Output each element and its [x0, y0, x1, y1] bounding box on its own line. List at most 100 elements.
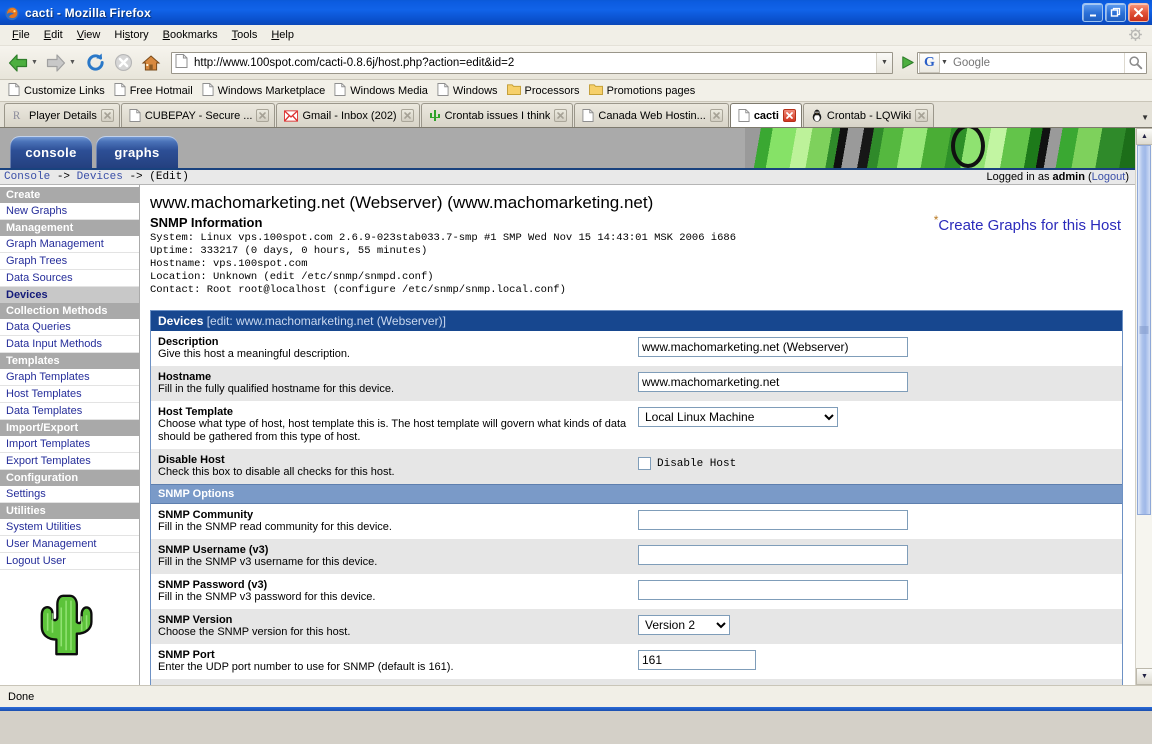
browser-tab[interactable]: Canada Web Hostin... — [574, 103, 729, 127]
bookmark-item[interactable]: Free Hotmail — [112, 82, 200, 99]
browser-tab-label: cacti — [753, 109, 779, 122]
tab-close-icon[interactable] — [782, 109, 796, 122]
tab-graphs[interactable]: graphs — [96, 136, 178, 168]
stop-button[interactable] — [110, 50, 136, 76]
tab-close-icon[interactable] — [915, 109, 929, 122]
tab-console[interactable]: console — [10, 136, 92, 168]
close-button[interactable] — [1128, 3, 1149, 22]
sidebar-item-settings[interactable]: Settings — [0, 486, 139, 503]
form-field-description: Fill in the SNMP v3 username for this de… — [158, 556, 378, 568]
snmp-community-input[interactable] — [638, 510, 908, 530]
form-label-cell: SNMP Version Choose the SNMP version for … — [158, 614, 638, 639]
logout-link[interactable]: Logout — [1092, 171, 1126, 183]
home-button[interactable] — [138, 50, 164, 76]
form-control-cell — [638, 684, 1115, 685]
settings-gear-icon[interactable] — [1128, 27, 1144, 43]
go-button[interactable] — [897, 52, 917, 74]
menu-bookmarks[interactable]: Bookmarks — [156, 27, 225, 43]
menu-edit[interactable]: Edit — [37, 27, 70, 43]
sidebar-item-data-queries[interactable]: Data Queries — [0, 319, 139, 336]
menu-help[interactable]: Help — [264, 27, 301, 43]
window-controls — [1082, 3, 1149, 22]
sidebar-item-devices[interactable]: Devices — [0, 287, 139, 303]
bookmark-item[interactable]: Windows Marketplace — [200, 82, 333, 99]
scrollbar-thumb[interactable] — [1137, 145, 1151, 515]
browser-tab[interactable]: Crontab - LQWiki — [802, 103, 935, 127]
menu-file[interactable]: File — [5, 27, 37, 43]
bookmark-item[interactable]: Windows Media — [332, 82, 435, 99]
breadcrumb-sep-1: -> — [50, 171, 77, 183]
page-scrollbar[interactable]: ▲ ▼ — [1135, 128, 1152, 685]
maximize-button[interactable] — [1105, 3, 1126, 22]
tab-close-icon[interactable] — [554, 109, 568, 122]
tab-close-icon[interactable] — [100, 109, 114, 122]
snmp-password-v3-input[interactable] — [638, 580, 908, 600]
url-input[interactable] — [192, 55, 876, 70]
form-row: SNMP Username (v3) Fill in the SNMP v3 us… — [151, 539, 1122, 574]
forward-history-caret-icon[interactable]: ▼ — [68, 53, 77, 73]
search-icon[interactable] — [1124, 52, 1146, 73]
breadcrumb-console[interactable]: Console — [4, 171, 50, 183]
url-dropdown-caret-icon[interactable]: ▼ — [876, 52, 892, 73]
search-bar[interactable]: G ▼ — [917, 51, 1147, 74]
create-graphs-link[interactable]: *Create Graphs for this Host — [934, 213, 1121, 234]
address-bar[interactable]: ▼ — [171, 51, 893, 74]
scrollbar-track[interactable] — [1136, 145, 1152, 668]
back-history-caret-icon[interactable]: ▼ — [30, 53, 39, 73]
sidebar-item-data-templates[interactable]: Data Templates — [0, 403, 139, 420]
sidebar-item-import-templates[interactable]: Import Templates — [0, 436, 139, 453]
sidebar-item-graph-management[interactable]: Graph Management — [0, 236, 139, 253]
snmp-info-line: Contact: Root root@localhost (configure … — [150, 284, 566, 296]
sidebar-item-logout-user[interactable]: Logout User — [0, 553, 139, 570]
search-input[interactable] — [950, 55, 1124, 70]
sidebar-item-user-management[interactable]: User Management — [0, 536, 139, 553]
search-engine-caret-icon[interactable]: ▼ — [941, 59, 948, 66]
sidebar-item-data-sources[interactable]: Data Sources — [0, 270, 139, 287]
form-control-cell — [638, 371, 1115, 392]
browser-tab-active[interactable]: cacti — [729, 103, 802, 127]
tab-close-icon[interactable] — [256, 109, 270, 122]
browser-tab[interactable]: R Player Details — [4, 103, 120, 127]
snmp-username-v3-input[interactable] — [638, 545, 908, 565]
host-template-select[interactable]: Local Linux Machine — [638, 407, 838, 427]
menu-tools[interactable]: Tools — [225, 27, 265, 43]
bookmark-item[interactable]: Processors — [505, 83, 587, 98]
menu-view[interactable]: View — [70, 27, 108, 43]
browser-tab[interactable]: Crontab issues I think — [420, 103, 574, 127]
sidebar-item-system-utilities[interactable]: System Utilities — [0, 519, 139, 536]
bookmark-item[interactable]: Promotions pages — [587, 83, 703, 98]
sidebar-item-graph-templates[interactable]: Graph Templates — [0, 369, 139, 386]
tab-overflow-caret-icon[interactable]: ▼ — [1141, 113, 1149, 122]
menu-history[interactable]: History — [107, 27, 155, 43]
sidebar-item-data-input-methods[interactable]: Data Input Methods — [0, 336, 139, 353]
sidebar-item-export-templates[interactable]: Export Templates — [0, 453, 139, 470]
scroll-up-button[interactable]: ▲ — [1136, 128, 1152, 145]
bookmark-item[interactable]: Windows — [435, 82, 505, 99]
form-control-cell — [638, 336, 1115, 357]
reload-button[interactable] — [82, 50, 108, 76]
disable-host-checkbox[interactable] — [638, 457, 651, 470]
form-row: Host Template Choose what type of host, h… — [151, 401, 1122, 449]
snmp-version-select[interactable]: Version 1Version 2Version 3 — [638, 615, 730, 635]
hostname-input[interactable] — [638, 372, 908, 392]
description-input[interactable] — [638, 337, 908, 357]
scroll-down-button[interactable]: ▼ — [1136, 668, 1152, 685]
sidebar-item-graph-trees[interactable]: Graph Trees — [0, 253, 139, 270]
breadcrumb-devices[interactable]: Devices — [77, 171, 123, 183]
snmp-info-line: Uptime: 333217 (0 days, 0 hours, 55 minu… — [150, 245, 428, 257]
snmp-port-input[interactable] — [638, 650, 756, 670]
sidebar-item-host-templates[interactable]: Host Templates — [0, 386, 139, 403]
bookmark-item[interactable]: Customize Links — [6, 82, 112, 99]
minimize-button[interactable] — [1082, 3, 1103, 22]
forward-button[interactable]: ▼ — [43, 50, 80, 75]
sidebar-section-header: Management — [0, 220, 139, 236]
form-row: Description Give this host a meaningful d… — [151, 331, 1122, 366]
browser-tab[interactable]: Gmail - Inbox (202) — [276, 103, 420, 127]
form-label-cell: SNMP Port Enter the UDP port number to us… — [158, 649, 638, 674]
back-button[interactable]: ▼ — [5, 50, 42, 75]
browser-tab[interactable]: CUBEPAY - Secure ... — [120, 103, 276, 127]
tab-close-icon[interactable] — [709, 109, 723, 122]
status-text: Done — [8, 690, 35, 703]
tab-close-icon[interactable] — [400, 109, 414, 122]
sidebar-item-new-graphs[interactable]: New Graphs — [0, 203, 139, 220]
